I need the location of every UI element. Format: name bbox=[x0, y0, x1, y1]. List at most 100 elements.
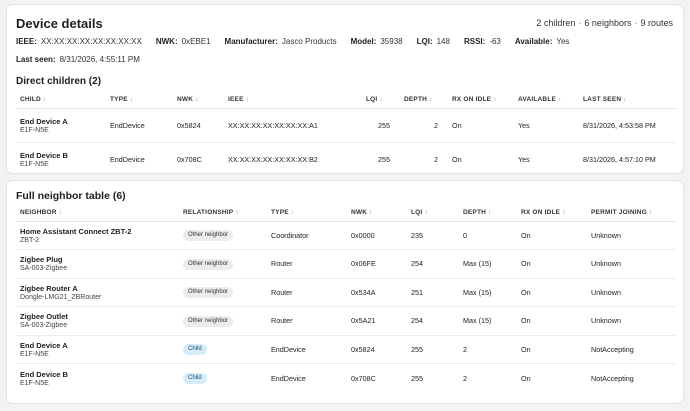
column-header[interactable]: TYPE ↕ bbox=[106, 92, 173, 109]
device-model: E1F-N5E bbox=[20, 126, 49, 134]
device-model: E1F-N5E bbox=[20, 160, 49, 168]
sort-icon[interactable]: ↕ bbox=[43, 96, 46, 103]
ieee-address: XX:XX:XX:XX:XX:XX:XX:B2 bbox=[228, 154, 318, 164]
table-row[interactable]: Home Assistant Connect ZBT-2 ZBT-2 Other n… bbox=[16, 221, 676, 250]
rx-on-idle: On bbox=[452, 120, 462, 130]
column-header-label: RX ON IDLE bbox=[452, 96, 492, 104]
device-type: Coordinator bbox=[271, 230, 309, 240]
sort-icon[interactable]: ↕ bbox=[424, 209, 427, 216]
permit-joining: Unknown bbox=[591, 287, 621, 297]
column-header[interactable]: PERMIT JOINING ↕ bbox=[587, 205, 676, 222]
sort-icon[interactable]: ↕ bbox=[562, 209, 565, 216]
sort-icon[interactable]: ↕ bbox=[59, 209, 62, 216]
nwk-address: 0x5A21 bbox=[351, 316, 376, 326]
rx-on-idle: On bbox=[452, 154, 462, 164]
column-header-label: RELATIONSHIP bbox=[183, 209, 234, 217]
nwk-address: 0x708C bbox=[351, 373, 376, 383]
column-header-label: TYPE bbox=[271, 209, 289, 217]
available-value: Yes bbox=[518, 154, 530, 164]
info-ieee: IEEE: XX:XX:XX:XX:XX:XX:XX:XX bbox=[16, 37, 142, 46]
sort-icon[interactable]: ↕ bbox=[235, 209, 238, 216]
column-header-label: RX ON IDLE bbox=[521, 209, 561, 217]
ieee-address: XX:XX:XX:XX:XX:XX:XX:A1 bbox=[228, 120, 318, 130]
neighbor-name: End Device A bbox=[20, 340, 68, 350]
sort-icon[interactable]: ↕ bbox=[429, 96, 432, 103]
rx-on-idle: On bbox=[521, 230, 531, 240]
column-header-label: DEPTH bbox=[404, 96, 428, 104]
depth-value: 0 bbox=[463, 230, 467, 240]
column-header[interactable]: DEPTH ↕ bbox=[459, 205, 517, 222]
neighbor-model: SA-003-Zigbee bbox=[20, 322, 68, 330]
device-type: Router bbox=[271, 287, 293, 297]
sort-icon[interactable]: ↕ bbox=[493, 96, 496, 103]
nwk-address: 0x708C bbox=[177, 154, 202, 164]
column-header[interactable]: DEPTH ↕ bbox=[400, 92, 448, 109]
column-header-label: DEPTH bbox=[463, 209, 487, 217]
relationship-badge: Other neighbor bbox=[183, 258, 234, 270]
info-rssi: RSSI: -63 bbox=[463, 37, 501, 46]
nwk-address: 0x0000 bbox=[351, 230, 375, 240]
permit-joining: NotAccepting bbox=[591, 344, 634, 354]
column-header[interactable]: LQI ↕ bbox=[407, 205, 459, 222]
device-type: EndDevice bbox=[110, 154, 145, 164]
table-row[interactable]: End Device B E1F-N5E EndDevice 0x708C XX:XX:… bbox=[16, 142, 676, 176]
device-type: Router bbox=[271, 259, 293, 269]
page-title: Device details bbox=[16, 15, 103, 31]
column-header[interactable]: NWK ↕ bbox=[173, 92, 224, 109]
sort-icon[interactable]: ↕ bbox=[291, 209, 294, 216]
table-row[interactable]: Zigbee Plug SA-003-Zigbee Other neighbor Ro… bbox=[16, 249, 676, 279]
column-header[interactable]: NWK ↕ bbox=[347, 205, 407, 222]
sort-icon[interactable]: ↕ bbox=[130, 96, 133, 103]
relationship-badge: Other neighbor bbox=[183, 315, 234, 327]
nwk-address: 0x534A bbox=[351, 287, 376, 297]
column-header-label: PERMIT JOINING bbox=[591, 209, 647, 217]
neighbor-model: ZBT-2 bbox=[20, 236, 40, 244]
children-section-title: Direct children (2) bbox=[16, 76, 102, 87]
table-row[interactable]: End Device B E1F-N5E Child EndDevice 0x708C 2… bbox=[16, 364, 676, 393]
depth-value: 2 bbox=[434, 120, 438, 130]
column-header[interactable]: LQI ↕ bbox=[362, 92, 400, 109]
table-row[interactable]: Zigbee Router A Dongle-LMG21_ZBRouter Othe… bbox=[16, 278, 676, 307]
neighbor-table: NEIGHBOR ↕ RELATIONSHIP ↕ TYPE ↕ NWK ↕ LQI ↕ DEPTH… bbox=[16, 205, 676, 392]
sort-icon[interactable]: ↕ bbox=[623, 96, 626, 103]
sort-icon[interactable]: ↕ bbox=[379, 96, 382, 103]
neighbor-section-title: Full neighbor table (6) bbox=[16, 190, 126, 202]
sort-icon[interactable]: ↕ bbox=[195, 96, 198, 103]
permit-joining: NotAccepting bbox=[591, 373, 634, 383]
lqi-value: 255 bbox=[378, 120, 390, 130]
sort-icon[interactable]: ↕ bbox=[649, 209, 652, 216]
sort-icon[interactable]: ↕ bbox=[246, 96, 249, 103]
table-row[interactable]: End Device A E1F-N5E EndDevice 0x5824 XX:XX:… bbox=[16, 108, 676, 143]
column-header[interactable]: CHILD ↕ bbox=[16, 92, 106, 109]
rx-on-idle: On bbox=[521, 344, 531, 354]
neighbor-model: Dongle-LMG21_ZBRouter bbox=[20, 293, 102, 301]
column-header[interactable]: TYPE ↕ bbox=[267, 205, 347, 222]
table-row[interactable]: End Device A E1F-N5E Child EndDevice 0x5824 2… bbox=[16, 335, 676, 364]
info-lqi: LQI: 148 bbox=[416, 37, 450, 46]
column-header[interactable]: AVAILABLE ↕ bbox=[514, 92, 579, 109]
column-header[interactable]: RX ON IDLE ↕ bbox=[517, 205, 587, 222]
lqi-value: 235 bbox=[411, 230, 423, 240]
column-header[interactable]: IEEE ↕ bbox=[224, 92, 362, 109]
sort-icon[interactable]: ↕ bbox=[558, 96, 561, 103]
children-header-row: CHILD ↕ TYPE ↕ NWK ↕ IEEE ↕ LQI ↕ DEPTH ↕ RX ON IDLE… bbox=[16, 92, 676, 109]
separator-dot: · bbox=[634, 18, 638, 28]
lqi-value: 255 bbox=[411, 344, 423, 354]
neighbor-name: Zigbee Outlet bbox=[20, 312, 68, 322]
column-header[interactable]: RX ON IDLE ↕ bbox=[448, 92, 514, 109]
column-header[interactable]: NEIGHBOR ↕ bbox=[16, 205, 179, 222]
sort-icon[interactable]: ↕ bbox=[369, 209, 372, 216]
info-last-seen: Last seen: 8/31/2026, 4:55:11 PM bbox=[16, 55, 140, 64]
device-details-card: Device details 2 children · 6 neighbors · 9 … bbox=[6, 4, 684, 174]
nwk-address: 0x5824 bbox=[351, 344, 375, 354]
device-name: End Device A bbox=[20, 116, 68, 126]
column-header[interactable]: LAST SEEN ↕ bbox=[579, 92, 676, 109]
neighbor-name: Zigbee Plug bbox=[20, 255, 63, 265]
device-type: EndDevice bbox=[271, 373, 306, 383]
column-header[interactable]: RELATIONSHIP ↕ bbox=[179, 205, 267, 222]
lqi-value: 254 bbox=[411, 259, 423, 269]
sort-icon[interactable]: ↕ bbox=[488, 209, 491, 216]
info-manufacturer: Manufacturer: Jasco Products bbox=[224, 37, 337, 46]
info-nwk: NWK: 0xEBE1 bbox=[155, 37, 211, 46]
table-row[interactable]: Zigbee Outlet SA-003-Zigbee Other neighbor… bbox=[16, 306, 676, 336]
